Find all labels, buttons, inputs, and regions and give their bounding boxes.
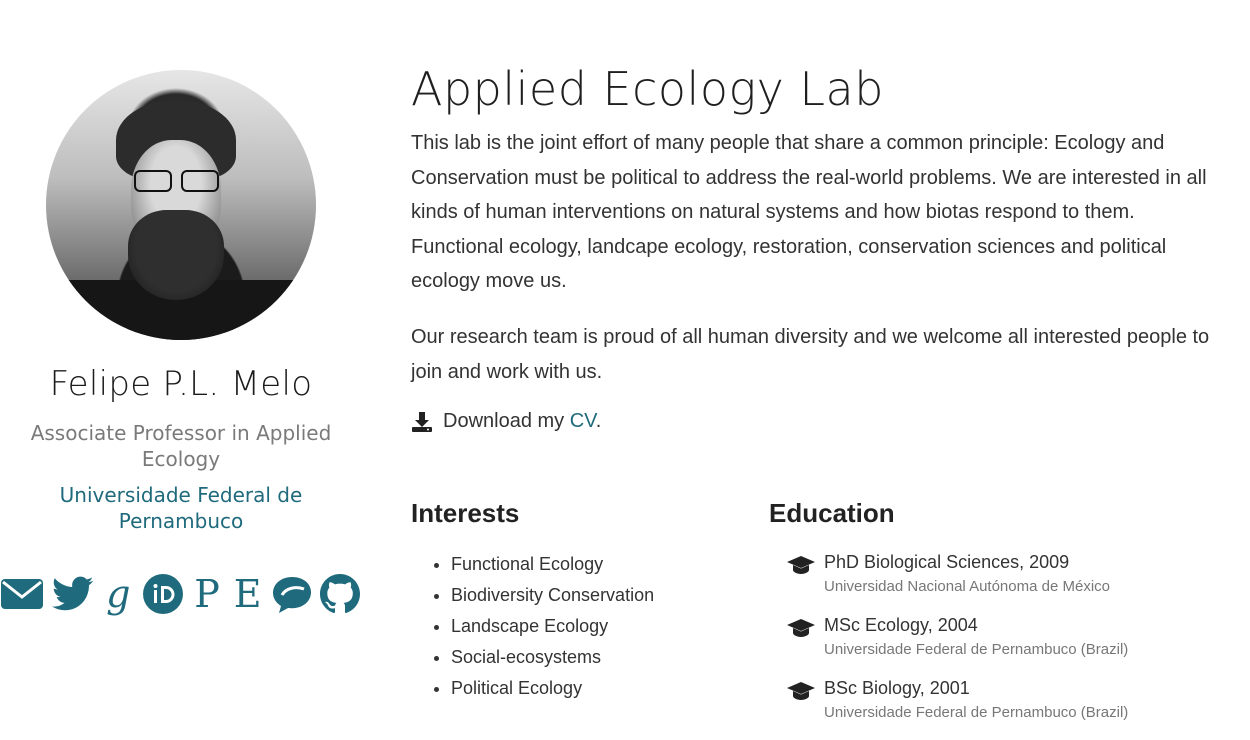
- profile-organization-link[interactable]: Universidade Federal de Pernambuco: [31, 482, 331, 534]
- degree: PhD Biological Sciences, 2009: [824, 552, 1070, 572]
- bio-paragraph: This lab is the joint effort of many peo…: [411, 132, 1207, 293]
- education-section: Education PhD Biological Sciences, 2009 …: [769, 498, 1229, 740]
- orcid-icon: [142, 574, 183, 614]
- education-heading: Education: [769, 498, 895, 528]
- publons-link[interactable]: P: [191, 572, 224, 616]
- download-cv: Download my CV.: [411, 410, 1231, 433]
- profile-role: Associate Professor in Applied Ecology: [30, 421, 332, 471]
- cv-prefix: Download my: [443, 410, 565, 433]
- institution: Universidad Nacional Autónoma de México: [824, 578, 1110, 595]
- graduation-cap-icon: [787, 682, 815, 700]
- orcid-link[interactable]: [142, 572, 183, 616]
- google-scholar-link[interactable]: g: [102, 572, 135, 616]
- graduation-cap-icon: [787, 619, 815, 637]
- publons-icon: P: [194, 572, 220, 616]
- institution: Universidade Federal de Pernambuco (Braz…: [824, 641, 1129, 658]
- researchgate-link[interactable]: [272, 572, 312, 616]
- list-item: Functional Ecology: [451, 549, 751, 580]
- google-scholar-icon: g: [106, 572, 131, 616]
- list-item: BSc Biology, 2001 Universidade Federal d…: [769, 677, 1229, 724]
- page-title: Applied Ecology Lab: [411, 62, 884, 116]
- list-item: Landscape Ecology: [451, 611, 751, 642]
- interests-list: Functional Ecology Biodiversity Conserva…: [411, 549, 751, 704]
- list-item: Political Ecology: [451, 673, 751, 704]
- degree: MSc Ecology, 2004: [824, 615, 978, 635]
- profile-name: Felipe P.L. Melo: [49, 364, 313, 404]
- github-icon: [320, 574, 361, 614]
- researchgate-speech-icon: [273, 577, 312, 613]
- profile-sidebar: Felipe P.L. Melo Associate Professor in …: [0, 70, 362, 616]
- avatar: [46, 70, 316, 340]
- github-link[interactable]: [320, 572, 361, 616]
- download-icon: [412, 411, 432, 432]
- twitter-icon: [52, 576, 94, 611]
- europepmc-link[interactable]: E: [231, 572, 264, 616]
- europepmc-icon: E: [233, 572, 262, 616]
- main-content: Applied Ecology Lab This lab is the join…: [411, 62, 1231, 721]
- graduation-cap-icon: [787, 556, 815, 574]
- list-item: PhD Biological Sciences, 2009 Universida…: [769, 551, 1229, 598]
- institution: Universidade Federal de Pernambuco (Braz…: [824, 704, 1129, 721]
- bio-paragraph: Our research team is proud of all human …: [411, 325, 1210, 383]
- interests-section: Interests Functional Ecology Biodiversit…: [411, 498, 751, 704]
- cv-link[interactable]: CV: [570, 410, 596, 432]
- interests-heading: Interests: [411, 498, 520, 528]
- list-item: MSc Ecology, 2004 Universidade Federal d…: [769, 614, 1229, 661]
- degree: BSc Biology, 2001: [824, 678, 970, 698]
- envelope-icon: [1, 579, 43, 609]
- cv-suffix: .: [595, 410, 602, 433]
- email-link[interactable]: [0, 572, 44, 616]
- education-list: PhD Biological Sciences, 2009 Universida…: [769, 551, 1229, 724]
- list-item: Biodiversity Conservation: [451, 580, 751, 611]
- list-item: Social-ecosystems: [451, 642, 751, 673]
- twitter-link[interactable]: [52, 572, 94, 616]
- bio: This lab is the joint effort of many peo…: [411, 126, 1231, 389]
- social-links: g P E: [0, 572, 362, 616]
